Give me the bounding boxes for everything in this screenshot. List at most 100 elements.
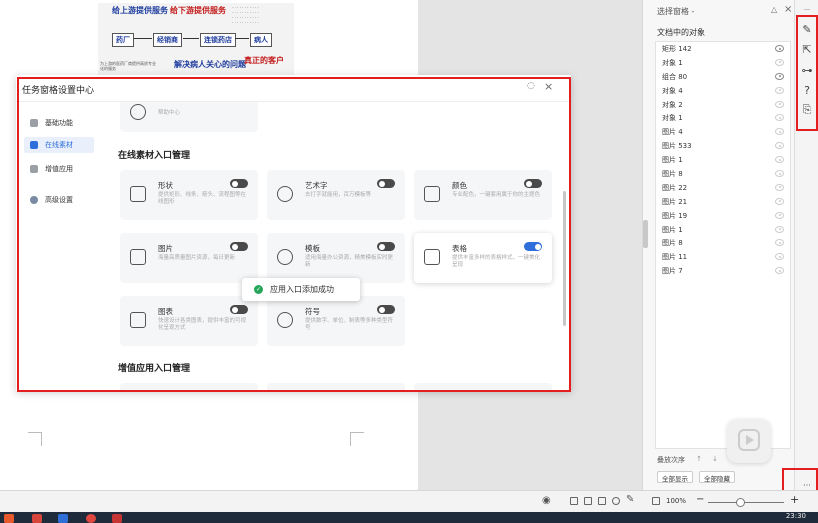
visibility-eye-icon[interactable] bbox=[775, 86, 784, 94]
crop-mark bbox=[350, 432, 364, 446]
figure-box-distributor: 经销商 bbox=[153, 33, 182, 47]
object-list-item[interactable]: 图片 21 bbox=[656, 195, 790, 209]
object-name: 对象 1 bbox=[662, 114, 683, 123]
object-list-item[interactable]: 图片 1 bbox=[656, 153, 790, 167]
annotation-box-toolbar bbox=[796, 15, 818, 131]
visibility-eye-icon[interactable] bbox=[775, 45, 784, 52]
object-name: 矩形 142 bbox=[662, 44, 692, 53]
objects-in-document-label: 文档中的对象 bbox=[657, 28, 705, 37]
eye-icon[interactable]: ◉ bbox=[542, 495, 551, 506]
object-name: 图片 8 bbox=[662, 239, 683, 248]
visibility-eye-icon[interactable] bbox=[775, 72, 784, 80]
zoom-slider-knob[interactable] bbox=[736, 498, 745, 507]
object-name: 对象 4 bbox=[662, 86, 683, 95]
object-list-item[interactable]: 图片 533 bbox=[656, 139, 790, 153]
object-name: 图片 1 bbox=[662, 225, 683, 234]
zoom-slider-track[interactable] bbox=[708, 502, 784, 503]
figure-text-real-customer: 真正的客户 bbox=[244, 55, 284, 65]
outline-view-icon[interactable] bbox=[584, 497, 592, 505]
object-name: 图片 7 bbox=[662, 267, 683, 276]
pane-scrollbar[interactable] bbox=[643, 220, 648, 248]
figure-text-upstream: 给上游提供服务 bbox=[112, 5, 168, 15]
clock: 23:30 bbox=[785, 512, 806, 520]
move-up-button[interactable]: ↑ bbox=[693, 455, 705, 464]
object-list-item[interactable]: 对象 4 bbox=[656, 84, 790, 98]
figure-text-downstream: 给下游提供服务 bbox=[170, 5, 226, 15]
object-list-item[interactable]: 图片 1 bbox=[656, 223, 790, 237]
object-list-item[interactable]: 对象 2 bbox=[656, 98, 790, 112]
object-name: 对象 2 bbox=[662, 100, 683, 109]
object-name: 图片 533 bbox=[662, 142, 692, 151]
toolbar-minimize-icon[interactable]: — bbox=[801, 3, 813, 15]
object-list-item[interactable]: 图片 8 bbox=[656, 236, 790, 250]
object-name: 图片 21 bbox=[662, 197, 688, 206]
visibility-eye-icon[interactable] bbox=[775, 114, 784, 122]
hide-all-button[interactable]: 全部隐藏 bbox=[699, 471, 735, 483]
object-name: 图片 19 bbox=[662, 211, 688, 220]
object-name: 图片 8 bbox=[662, 169, 683, 178]
object-name: 图片 1 bbox=[662, 156, 683, 165]
visibility-eye-icon[interactable] bbox=[775, 58, 784, 66]
os-taskbar: 23:30 bbox=[0, 512, 818, 523]
visibility-eye-icon[interactable] bbox=[775, 211, 784, 219]
object-list-item[interactable]: 组合 80 bbox=[656, 70, 790, 84]
pin-icon[interactable]: △ bbox=[771, 5, 777, 14]
figure-box-factory: 药厂 bbox=[112, 33, 134, 47]
annotation-box-dialog bbox=[17, 77, 571, 392]
visibility-eye-icon[interactable] bbox=[775, 253, 784, 261]
object-name: 对象 1 bbox=[662, 58, 683, 67]
object-list-item[interactable]: 图片 4 bbox=[656, 125, 790, 139]
object-list-item[interactable]: 图片 11 bbox=[656, 250, 790, 264]
figure-text-solve: 解决病人关心的问题 bbox=[174, 59, 246, 69]
object-name: 图片 11 bbox=[662, 253, 688, 262]
pane-close-icon[interactable]: × bbox=[784, 4, 792, 15]
object-list-item[interactable]: 矩形 142 bbox=[656, 42, 790, 56]
taskbar-app-icon[interactable] bbox=[112, 514, 122, 523]
start-icon[interactable] bbox=[4, 514, 14, 523]
stacking-order-label: 叠放次序 bbox=[657, 456, 685, 464]
zoom-level: 100% bbox=[666, 497, 687, 505]
figure-note-left: 为上游的医药厂商提供高质专业化的服务 bbox=[100, 61, 156, 71]
page-view-icon[interactable] bbox=[570, 497, 578, 505]
show-all-button[interactable]: 全部显示 bbox=[657, 471, 693, 483]
zoom-in-button[interactable]: + bbox=[790, 493, 799, 506]
object-name: 图片 4 bbox=[662, 128, 683, 137]
figure-box-patient: 病人 bbox=[250, 33, 272, 47]
web-view-icon[interactable] bbox=[612, 497, 620, 505]
object-list-item[interactable]: 图片 7 bbox=[656, 264, 790, 278]
visibility-eye-icon[interactable] bbox=[775, 170, 784, 178]
status-bar: ◉ ✎ 100% − + bbox=[0, 490, 818, 512]
visibility-eye-icon[interactable] bbox=[775, 128, 784, 136]
selection-pane: 选择窗格 - △ × 文档中的对象 矩形 142 对象 1 组合 80 对象 4 对象 … bbox=[642, 0, 794, 490]
fit-page-icon[interactable] bbox=[652, 497, 660, 505]
object-list: 矩形 142 对象 1 组合 80 对象 4 对象 2 对象 1 图片 4 图片 533 图片 … bbox=[655, 41, 791, 449]
visibility-eye-icon[interactable] bbox=[775, 156, 784, 164]
object-name: 图片 22 bbox=[662, 183, 688, 192]
object-list-item[interactable]: 图片 22 bbox=[656, 181, 790, 195]
visibility-eye-icon[interactable] bbox=[775, 267, 784, 275]
taskbar-app-icon[interactable] bbox=[86, 514, 96, 523]
crop-mark bbox=[28, 432, 42, 446]
object-list-item[interactable]: 对象 1 bbox=[656, 111, 790, 125]
object-name: 组合 80 bbox=[662, 72, 688, 81]
move-down-button[interactable]: ↓ bbox=[709, 455, 721, 464]
taskbar-app-icon[interactable] bbox=[58, 514, 68, 523]
visibility-eye-icon[interactable] bbox=[775, 239, 784, 247]
document-figure: 给上游提供服务 给下游提供服务 · · · · · · · · · · · · ·… bbox=[98, 3, 294, 75]
object-list-item[interactable]: 图片 8 bbox=[656, 167, 790, 181]
figure-box-chain: 连锁药店 bbox=[200, 33, 236, 47]
app-window: 给上游提供服务 给下游提供服务 · · · · · · · · · · · · ·… bbox=[0, 0, 818, 523]
reading-view-icon[interactable] bbox=[598, 497, 606, 505]
visibility-eye-icon[interactable] bbox=[775, 183, 784, 191]
visibility-eye-icon[interactable] bbox=[775, 225, 784, 233]
visibility-eye-icon[interactable] bbox=[775, 100, 784, 108]
visibility-eye-icon[interactable] bbox=[775, 142, 784, 150]
taskbar-app-icon[interactable] bbox=[32, 514, 42, 523]
object-list-item[interactable]: 对象 1 bbox=[656, 56, 790, 70]
zoom-out-button[interactable]: − bbox=[696, 494, 704, 505]
object-list-item[interactable]: 图片 19 bbox=[656, 209, 790, 223]
selection-pane-title[interactable]: 选择窗格 - bbox=[657, 6, 694, 17]
video-play-icon[interactable] bbox=[727, 419, 771, 463]
pen-mode-icon[interactable]: ✎ bbox=[626, 494, 634, 505]
visibility-eye-icon[interactable] bbox=[775, 197, 784, 205]
